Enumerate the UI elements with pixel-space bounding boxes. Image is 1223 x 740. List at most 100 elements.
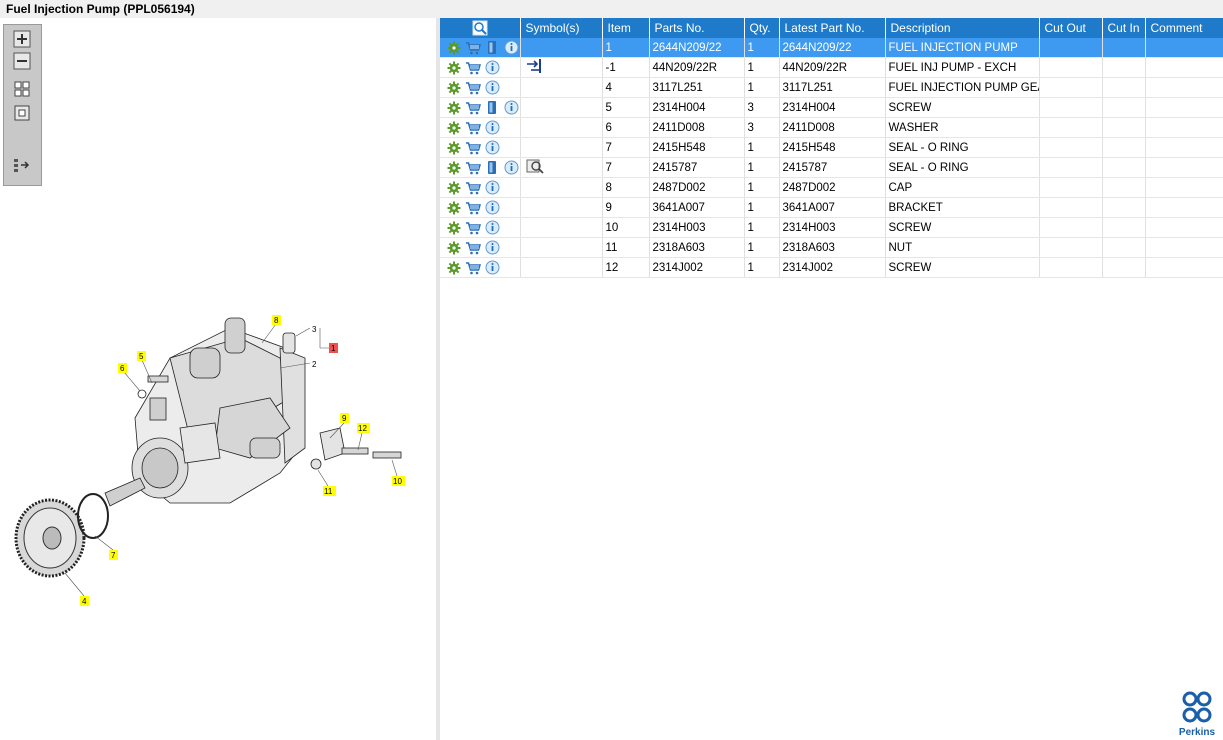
book-icon[interactable]: [484, 40, 500, 56]
export-button[interactable]: [10, 155, 34, 175]
table-row[interactable]: 12 2314J002 1 2314J002 SCREW: [440, 257, 1223, 278]
gear-icon[interactable]: [446, 40, 462, 56]
table-row[interactable]: 9 3641A007 1 3641A007 BRACKET: [440, 197, 1223, 218]
fit-all-button[interactable]: [10, 79, 34, 99]
cart-icon[interactable]: [465, 260, 481, 276]
column-header-qty[interactable]: Qty.: [744, 18, 780, 38]
exploded-parts-diagram[interactable]: 8 3 1 2 5 6 9 12 10 11 7 4: [0, 288, 436, 618]
row-symbols: [520, 177, 603, 198]
cart-icon[interactable]: [465, 80, 481, 96]
info-icon[interactable]: [484, 260, 500, 276]
manual-icon[interactable]: [526, 158, 544, 174]
callout-7-label: 7: [111, 551, 116, 560]
callout-1-label: 1: [331, 344, 336, 353]
gear-icon[interactable]: [446, 160, 462, 176]
info-icon[interactable]: [503, 40, 519, 56]
cell-latest-part-no: 2644N209/22: [779, 38, 886, 58]
column-header-icons[interactable]: [440, 18, 521, 38]
gear-icon[interactable]: [446, 140, 462, 156]
cart-icon[interactable]: [465, 60, 481, 76]
gear-icon[interactable]: [446, 120, 462, 136]
info-icon[interactable]: [503, 160, 519, 176]
row-action-icons: [440, 97, 521, 118]
table-row[interactable]: 11 2318A603 1 2318A603 NUT: [440, 237, 1223, 258]
table-row[interactable]: 4 3117L251 1 3117L251 FUEL INJECTION PUMP GE…: [440, 77, 1223, 98]
cart-icon[interactable]: [465, 200, 481, 216]
column-header-description[interactable]: Description: [885, 18, 1040, 38]
row-symbols: [520, 257, 603, 278]
info-icon[interactable]: [484, 80, 500, 96]
cell-cut-in: [1102, 197, 1146, 218]
gear-icon[interactable]: [446, 80, 462, 96]
info-icon[interactable]: [484, 140, 500, 156]
gear-icon[interactable]: [446, 220, 462, 236]
row-symbols: [520, 217, 603, 238]
cart-icon[interactable]: [465, 240, 481, 256]
cart-icon[interactable]: [465, 180, 481, 196]
table-row[interactable]: 6 2411D008 3 2411D008 WASHER: [440, 117, 1223, 138]
column-header-parts-no[interactable]: Parts No.: [649, 18, 745, 38]
cell-comment: [1145, 97, 1223, 118]
table-row[interactable]: 7 2415787 1 2415787 SEAL - O RING: [440, 157, 1223, 178]
cell-item: 7: [602, 157, 650, 178]
cell-parts-no: 2415H548: [649, 137, 745, 158]
cell-comment: [1145, 217, 1223, 238]
cell-qty: 3: [744, 117, 780, 138]
gear-icon[interactable]: [446, 200, 462, 216]
gear-icon[interactable]: [446, 240, 462, 256]
info-icon[interactable]: [484, 180, 500, 196]
table-row[interactable]: 1 2644N209/22 1 2644N209/22 FUEL INJECTION P…: [440, 38, 1223, 58]
cell-description: SCREW: [885, 257, 1040, 278]
row-symbols: [520, 197, 603, 218]
table-row[interactable]: 10 2314H003 1 2314H003 SCREW: [440, 217, 1223, 238]
column-header-cut-out[interactable]: Cut Out: [1039, 18, 1103, 38]
fit-box-button[interactable]: [10, 103, 34, 123]
cart-icon[interactable]: [465, 100, 481, 116]
cell-parts-no: 3117L251: [649, 77, 745, 98]
cart-icon[interactable]: [465, 160, 481, 176]
info-icon[interactable]: [484, 240, 500, 256]
info-icon[interactable]: [503, 100, 519, 116]
column-header-latest-part-no[interactable]: Latest Part No.: [779, 18, 886, 38]
info-icon[interactable]: [484, 120, 500, 136]
cell-description: WASHER: [885, 117, 1040, 138]
zoom-in-button[interactable]: [10, 29, 34, 49]
table-row[interactable]: 5 2314H004 3 2314H004 SCREW: [440, 97, 1223, 118]
cell-item: 4: [602, 77, 650, 98]
cell-cut-out: [1039, 257, 1103, 278]
cell-cut-out: [1039, 38, 1103, 58]
cell-item: 9: [602, 197, 650, 218]
cart-icon[interactable]: [465, 140, 481, 156]
info-icon[interactable]: [484, 200, 500, 216]
gear-icon[interactable]: [446, 180, 462, 196]
column-header-cut-in[interactable]: Cut In: [1102, 18, 1146, 38]
column-header-symbols[interactable]: Symbol(s): [520, 18, 603, 38]
cart-icon[interactable]: [465, 220, 481, 236]
row-action-icons: [440, 137, 521, 158]
table-row[interactable]: 8 2487D002 1 2487D002 CAP: [440, 177, 1223, 198]
info-icon[interactable]: [484, 220, 500, 236]
cell-item: 12: [602, 257, 650, 278]
cell-comment: [1145, 38, 1223, 58]
cell-parts-no: 2415787: [649, 157, 745, 178]
zoom-out-button[interactable]: [10, 51, 34, 71]
book-icon[interactable]: [484, 100, 500, 116]
cell-parts-no: 2318A603: [649, 237, 745, 258]
row-symbols: [520, 237, 603, 258]
exchange-icon[interactable]: [526, 58, 544, 74]
cell-latest-part-no: 44N209/22R: [779, 57, 886, 78]
table-row[interactable]: -1 44N209/22R 1 44N209/22R FUEL INJ PUMP - E…: [440, 57, 1223, 78]
info-icon[interactable]: [484, 60, 500, 76]
column-header-comment[interactable]: Comment: [1145, 18, 1223, 38]
column-header-item[interactable]: Item: [602, 18, 650, 38]
cell-qty: 1: [744, 77, 780, 98]
diagram-pane[interactable]: 8 3 1 2 5 6 9 12 10 11 7 4: [0, 18, 436, 740]
gear-icon[interactable]: [446, 260, 462, 276]
book-icon[interactable]: [484, 160, 500, 176]
cart-icon[interactable]: [465, 120, 481, 136]
table-row[interactable]: 7 2415H548 1 2415H548 SEAL - O RING: [440, 137, 1223, 158]
gear-icon[interactable]: [446, 60, 462, 76]
cart-icon[interactable]: [465, 40, 481, 56]
gear-icon[interactable]: [446, 100, 462, 116]
cell-qty: 1: [744, 177, 780, 198]
